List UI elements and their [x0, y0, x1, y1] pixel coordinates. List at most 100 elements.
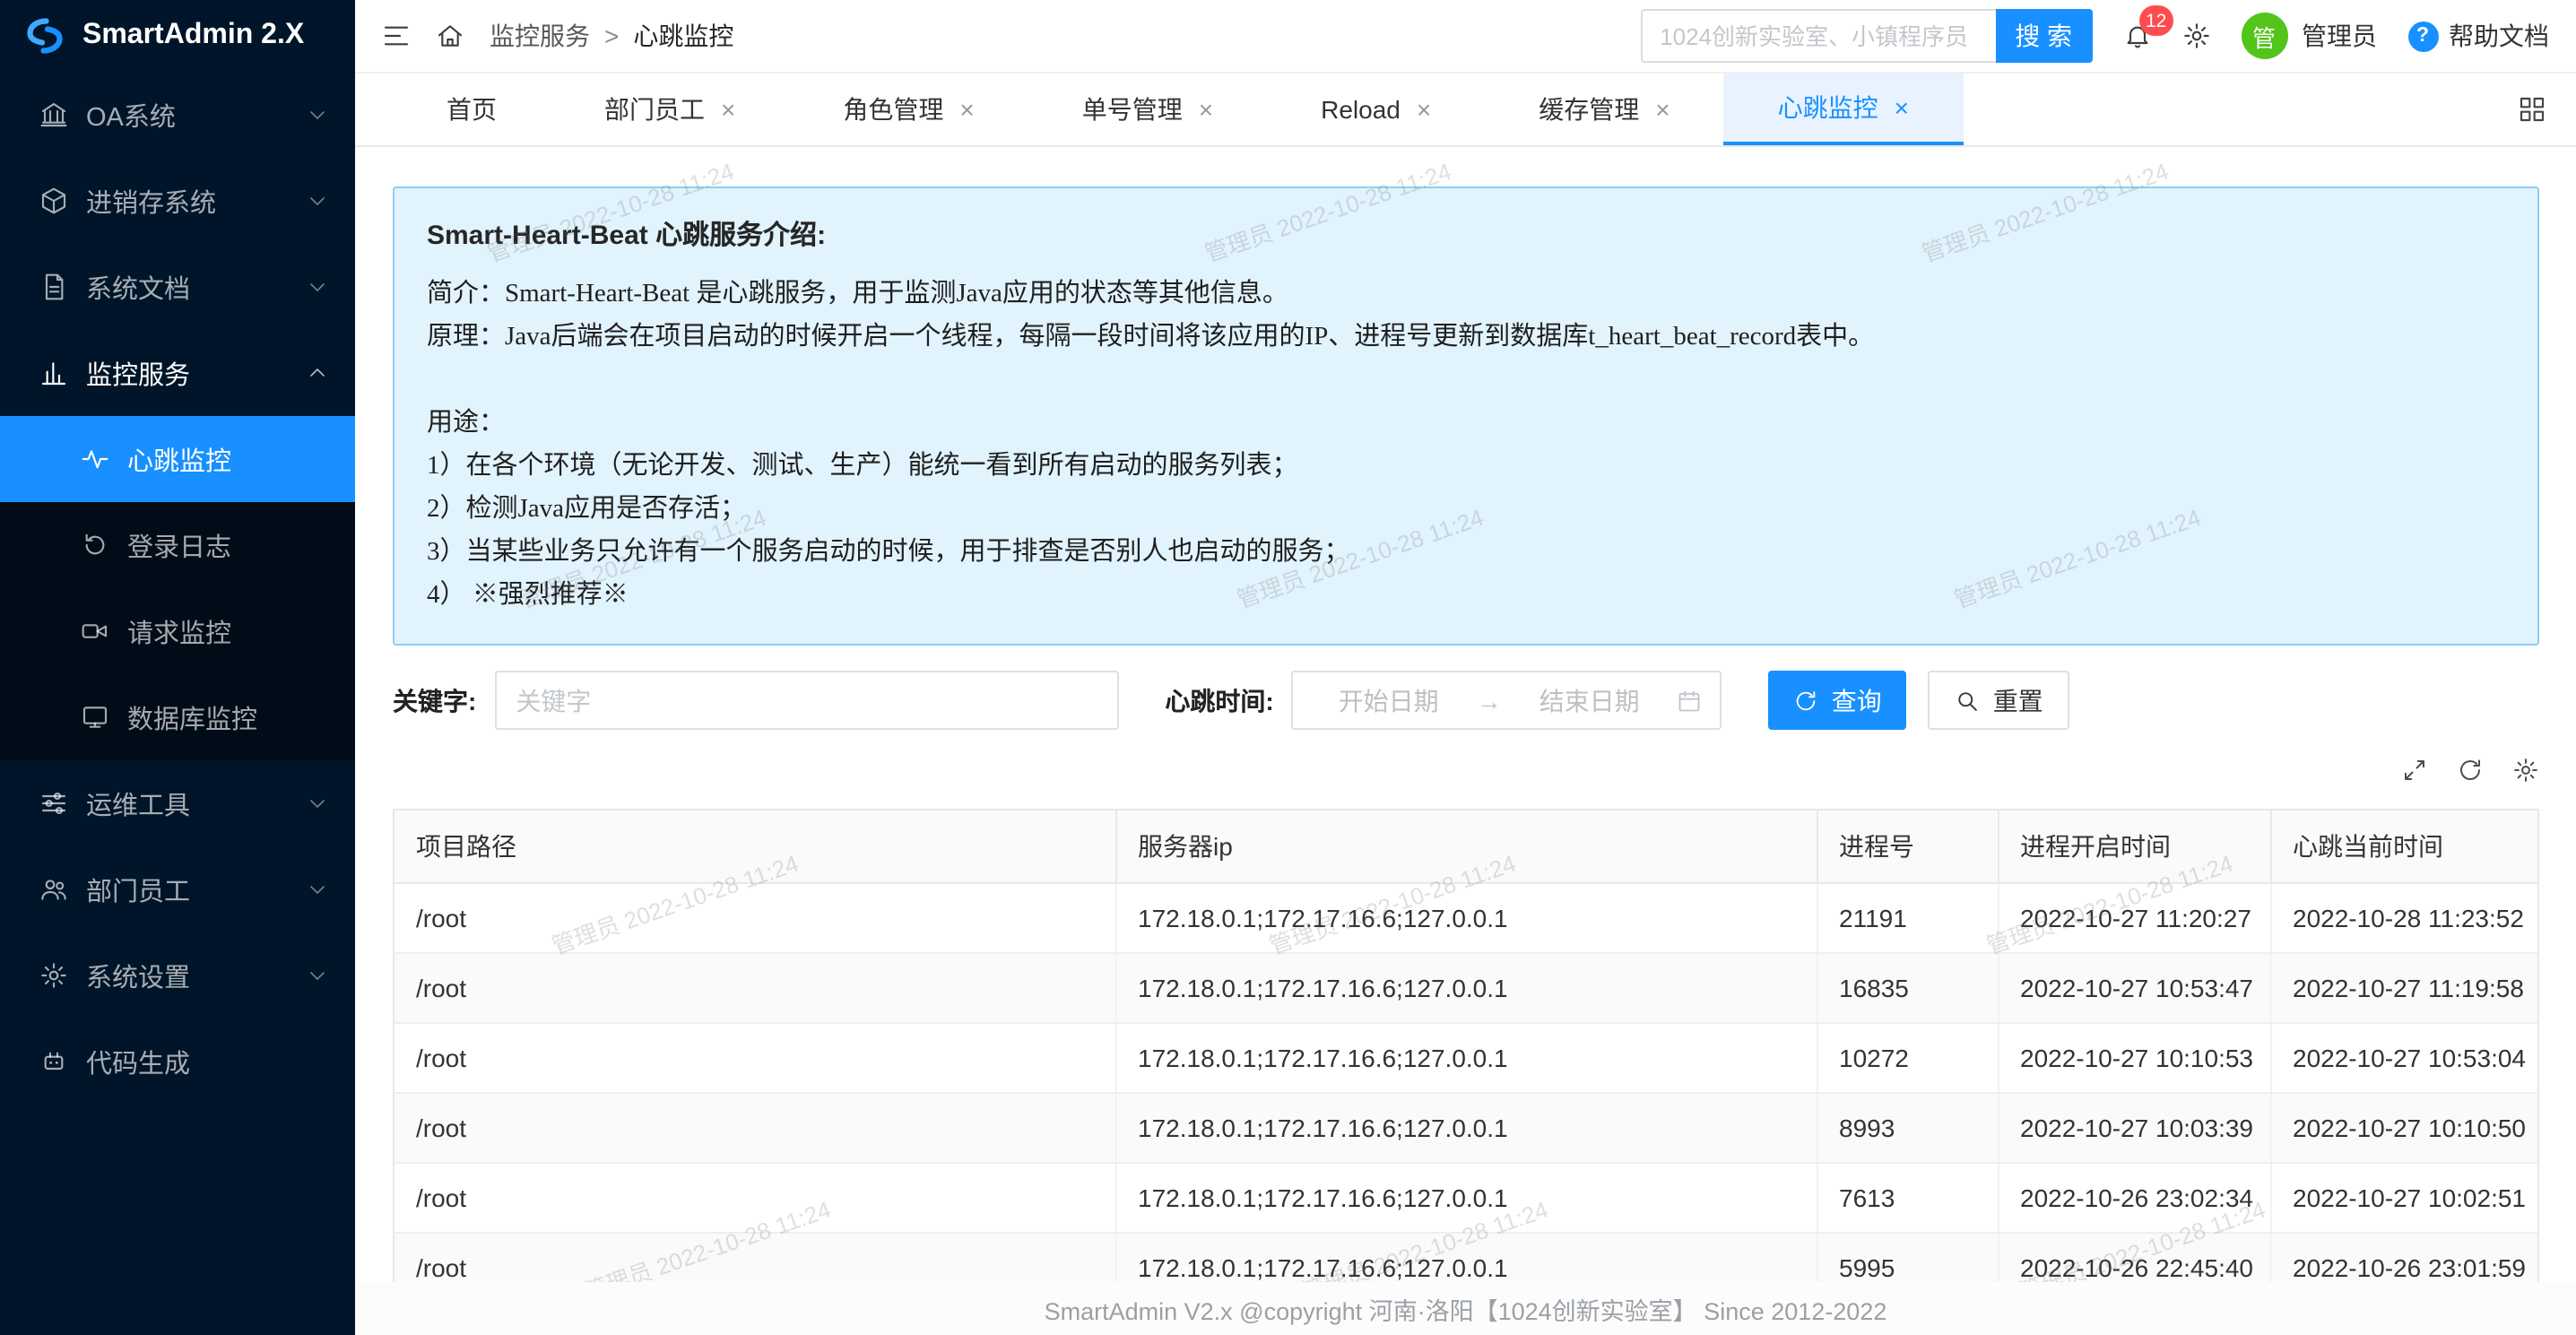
sidebar-item-jxc[interactable]: 进销存系统	[0, 158, 355, 244]
breadcrumb-item[interactable]: 监控服务	[490, 18, 590, 54]
tab-label: 角色管理	[843, 91, 943, 127]
keyword-input[interactable]	[494, 671, 1118, 730]
sidebar-submenu-monitor: 心跳监控 登录日志 请求监控 数据库监控	[0, 416, 355, 760]
table-cell: /root	[395, 1022, 1115, 1092]
table-column-header: 心跳当前时间	[2270, 811, 2537, 882]
table-cell: 172.18.0.1;172.17.16.6;127.0.0.1	[1115, 882, 1817, 952]
intro-line: 4） ※强烈推荐※	[427, 574, 2504, 617]
sidebar-item-docs[interactable]: 系统文档	[0, 244, 355, 330]
tab-order-manage[interactable]: 单号管理 ×	[1028, 74, 1267, 145]
sidebar-item-heartbeat[interactable]: 心跳监控	[0, 416, 355, 502]
sidebar-item-ops[interactable]: 运维工具	[0, 760, 355, 846]
chevron-down-icon	[307, 190, 328, 212]
app-logo[interactable]: SmartAdmin 2.X	[0, 0, 355, 72]
table-row: /root172.18.0.1;172.17.16.6;127.0.0.1211…	[395, 882, 2537, 952]
sidebar-item-oa[interactable]: OA系统	[0, 72, 355, 158]
table-row: /root172.18.0.1;172.17.16.6;127.0.0.1168…	[395, 952, 2537, 1022]
sidebar-item-db-monitor[interactable]: 数据库监控	[0, 674, 355, 760]
table-cell: /root	[395, 1092, 1115, 1162]
table-cell: 21191	[1817, 882, 1998, 952]
notification-badge: 12	[2138, 5, 2173, 36]
fullscreen-icon[interactable]	[2400, 757, 2427, 784]
tab-heartbeat-monitor[interactable]: 心跳监控 ×	[1724, 74, 1963, 145]
column-setting-gear-icon[interactable]	[2511, 757, 2538, 784]
topbar-right: 搜 索 12 管 管理员 ? 帮助文档	[1640, 9, 2549, 63]
pulse-icon	[81, 445, 109, 473]
start-date-placeholder[interactable]: 开始日期	[1312, 682, 1466, 718]
search-icon	[1956, 688, 1981, 713]
gear-icon[interactable]	[2181, 22, 2210, 50]
table-cell: 8993	[1817, 1092, 1998, 1162]
intro-line: 3）当某些业务只允许有一个服务启动的时候，用于排查是否别人也启动的服务；	[427, 531, 2504, 574]
sidebar-item-request-monitor[interactable]: 请求监控	[0, 588, 355, 674]
search-input[interactable]	[1640, 9, 1995, 63]
sidebar-item-settings[interactable]: 系统设置	[0, 932, 355, 1019]
grid-icon	[2517, 95, 2546, 124]
table-cell: 2022-10-27 10:10:53	[1998, 1022, 2270, 1092]
help-doc-link[interactable]: ? 帮助文档	[2407, 18, 2549, 54]
tab-list-menu[interactable]	[2486, 74, 2576, 145]
sidebar-item-label: 请求监控	[127, 612, 231, 650]
table-cell: 5995	[1817, 1232, 1998, 1281]
tab-label: 心跳监控	[1778, 90, 1878, 126]
table-column-header: 进程号	[1817, 811, 1998, 882]
sidebar-item-label: 代码生成	[86, 1043, 190, 1080]
table-cell: 10272	[1817, 1022, 1998, 1092]
table-toolbar	[393, 757, 2538, 784]
footer: SmartAdmin V2.x @copyright 河南·洛阳【1024创新实…	[355, 1281, 2576, 1335]
query-button-label: 查询	[1832, 682, 1882, 718]
sidebar-item-label: 登录日志	[127, 526, 231, 564]
tab-cache-manage[interactable]: 缓存管理 ×	[1485, 74, 1723, 145]
close-icon[interactable]: ×	[1895, 95, 1909, 120]
home-icon[interactable]	[436, 22, 464, 50]
sidebar: SmartAdmin 2.X OA系统 进销存系统 系统文档 监控服务	[0, 0, 355, 1335]
end-date-placeholder[interactable]: 结束日期	[1513, 682, 1667, 718]
page-content: 管理员 2022-10-28 11:24管理员 2022-10-28 11:24…	[355, 147, 2576, 1281]
chevron-down-icon	[307, 104, 328, 126]
table-cell: 2022-10-27 11:19:58	[2270, 952, 2537, 1022]
box-icon	[39, 186, 68, 215]
table-column-header: 进程开启时间	[1998, 811, 2270, 882]
logo-icon	[23, 14, 66, 57]
tab-home[interactable]: 首页	[393, 74, 551, 145]
sidebar-item-monitor[interactable]: 监控服务	[0, 330, 355, 416]
topbar: 监控服务 > 心跳监控 搜 索 12 管 管理员 ?	[355, 0, 2576, 74]
tab-role-manage[interactable]: 角色管理 ×	[789, 74, 1028, 145]
table-row: /root172.18.0.1;172.17.16.6;127.0.0.1761…	[395, 1162, 2537, 1232]
sidebar-item-label: 系统文档	[86, 268, 190, 306]
breadcrumb-separator: >	[604, 22, 619, 50]
user-menu[interactable]: 管 管理员	[2241, 13, 2377, 59]
search-button[interactable]: 搜 索	[1995, 9, 2092, 63]
tab-reload[interactable]: Reload ×	[1267, 74, 1485, 145]
team-icon	[39, 875, 68, 904]
tab-label: 首页	[447, 91, 497, 127]
query-button[interactable]: 查询	[1769, 671, 1907, 730]
menu-collapse-icon[interactable]	[382, 22, 411, 50]
sidebar-item-employee[interactable]: 部门员工	[0, 846, 355, 932]
table-cell: 2022-10-27 10:53:04	[2270, 1022, 2537, 1092]
close-icon[interactable]: ×	[959, 97, 974, 122]
intro-line	[427, 359, 2504, 402]
refresh-icon[interactable]	[2456, 757, 2483, 784]
sidebar-menu: OA系统 进销存系统 系统文档 监控服务 心跳监控	[0, 72, 355, 1335]
table-cell: 2022-10-27 11:20:27	[1998, 882, 2270, 952]
table-cell: /root	[395, 882, 1115, 952]
robot-icon	[39, 1047, 68, 1076]
reset-button[interactable]: 重置	[1929, 671, 2070, 730]
sidebar-item-codegen[interactable]: 代码生成	[0, 1019, 355, 1105]
tab-label: 部门员工	[604, 91, 705, 127]
sliders-icon	[39, 789, 68, 818]
close-icon[interactable]: ×	[1199, 97, 1213, 122]
notification-bell[interactable]: 12	[2122, 22, 2151, 50]
close-icon[interactable]: ×	[1417, 97, 1431, 122]
app-window: SmartAdmin 2.X OA系统 进销存系统 系统文档 监控服务	[0, 0, 2576, 1335]
footer-text: SmartAdmin V2.x @copyright 河南·洛阳【1024创新实…	[1045, 1290, 1887, 1326]
tab-department-employee[interactable]: 部门员工 ×	[551, 74, 789, 145]
sidebar-item-login-log[interactable]: 登录日志	[0, 502, 355, 588]
close-icon[interactable]: ×	[1655, 97, 1670, 122]
close-icon[interactable]: ×	[721, 97, 735, 122]
intro-panel: Smart-Heart-Beat 心跳服务介绍: 简介：Smart-Heart-…	[393, 186, 2538, 646]
date-range-picker[interactable]: 开始日期 → 结束日期	[1292, 671, 1722, 730]
tab-label: Reload	[1321, 95, 1401, 124]
logo-text: SmartAdmin 2.X	[82, 20, 304, 52]
